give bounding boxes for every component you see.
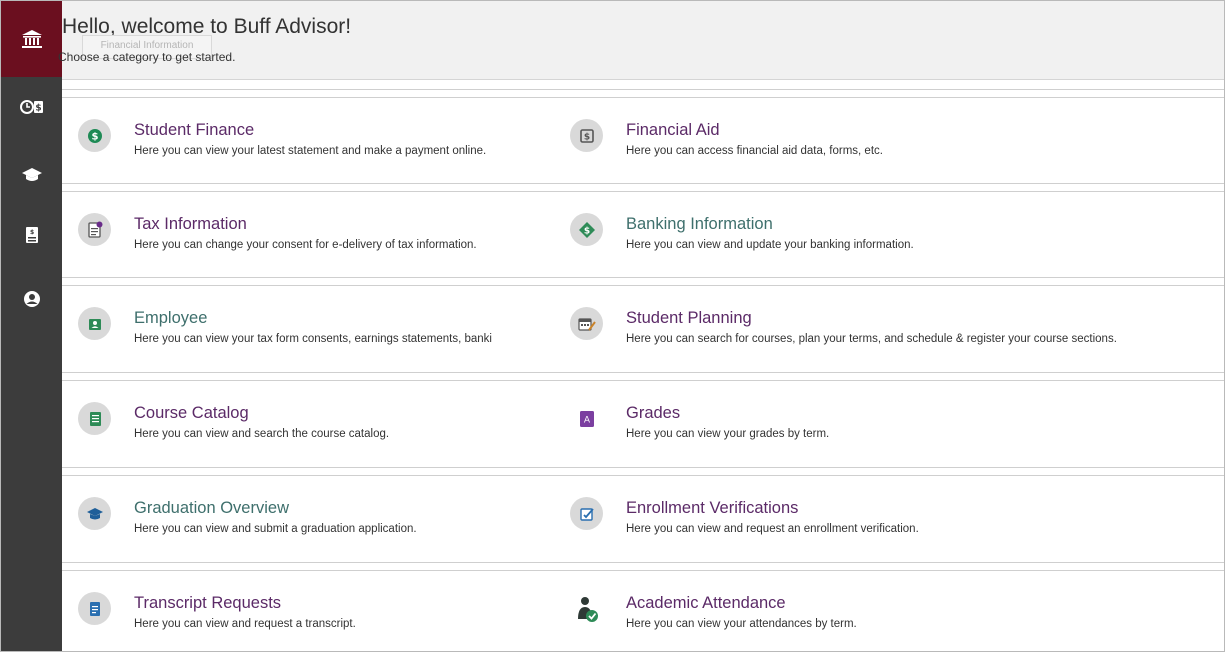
verification-icon bbox=[570, 497, 603, 530]
nav-time-money[interactable]: $ bbox=[1, 79, 62, 135]
tile-title: Financial Aid bbox=[626, 121, 720, 139]
page-header: Hello, welcome to Buff Advisor! Financia… bbox=[58, 1, 1224, 80]
bank-icon bbox=[21, 28, 43, 50]
category-grid: $ Student Finance Here you can view your… bbox=[62, 80, 1224, 651]
svg-text:$: $ bbox=[35, 104, 41, 114]
employee-badge-icon bbox=[78, 307, 111, 340]
tile-description: Here you can view your attendances by te… bbox=[626, 618, 857, 630]
tile-title: Employee bbox=[134, 309, 208, 327]
tile-description: Here you can view your tax form consents… bbox=[134, 333, 492, 345]
svg-text:$: $ bbox=[583, 226, 589, 236]
transcript-icon bbox=[78, 592, 111, 625]
tile-title: Enrollment Verifications bbox=[626, 499, 799, 517]
grades-icon: A bbox=[570, 402, 603, 435]
tile-title: Student Finance bbox=[134, 121, 255, 139]
graduation-icon bbox=[78, 497, 111, 530]
catalog-book-icon bbox=[78, 402, 111, 435]
nav-academics[interactable] bbox=[1, 147, 62, 203]
tile-title: Course Catalog bbox=[134, 404, 249, 422]
tile-description: Here you can view and request an enrollm… bbox=[626, 523, 919, 535]
tile-title: Graduation Overview bbox=[134, 499, 289, 517]
tile-description: Here you can view and update your bankin… bbox=[626, 239, 914, 251]
svg-text:A: A bbox=[583, 415, 590, 425]
tile-grades[interactable]: A Grades Here you can view your grades b… bbox=[554, 380, 1224, 464]
tile-banking-information[interactable]: $ Banking Information Here you can view … bbox=[554, 191, 1224, 275]
tile-tax-information[interactable]: Tax Information Here you can change your… bbox=[62, 191, 554, 275]
tile-description: Here you can change your consent for e-d… bbox=[134, 239, 477, 251]
money-icon: $ bbox=[78, 119, 111, 152]
tile-description: Here you can view and search the course … bbox=[134, 428, 390, 440]
graduation-cap-icon bbox=[21, 166, 43, 184]
tile-title: Academic Attendance bbox=[626, 594, 786, 612]
document-money-icon: $ bbox=[25, 226, 39, 244]
svg-text:$: $ bbox=[91, 131, 98, 142]
tile-description: Here you can view and request a transcri… bbox=[134, 618, 356, 630]
nav-documents[interactable]: $ bbox=[1, 207, 62, 263]
tile-graduation-overview[interactable]: Graduation Overview Here you can view an… bbox=[62, 475, 554, 559]
user-circle-icon bbox=[23, 290, 41, 308]
tile-employee[interactable]: Employee Here you can view your tax form… bbox=[62, 285, 554, 369]
tile-title: Banking Information bbox=[626, 215, 773, 233]
tile-student-finance[interactable]: $ Student Finance Here you can view your… bbox=[62, 97, 554, 181]
time-money-icon: $ bbox=[19, 98, 44, 116]
tile-course-catalog[interactable]: Course Catalog Here you can view and sea… bbox=[62, 380, 554, 464]
app-frame: $ $ Hello, welcome to Buff Advisor! Fina… bbox=[0, 0, 1225, 652]
svg-text:$: $ bbox=[583, 132, 589, 142]
tile-transcript-requests[interactable]: Transcript Requests Here you can view an… bbox=[62, 570, 554, 651]
attendance-icon bbox=[570, 592, 603, 625]
nav-financial-information[interactable] bbox=[1, 1, 62, 77]
tile-description: Here you can access financial aid data, … bbox=[626, 145, 883, 157]
tile-description: Here you can search for courses, plan yo… bbox=[626, 333, 1117, 345]
tax-form-icon bbox=[78, 213, 111, 246]
page-subtitle: Choose a category to get started. bbox=[58, 50, 236, 64]
tile-academic-attendance[interactable]: Academic Attendance Here you can view yo… bbox=[554, 570, 1224, 651]
tile-student-planning[interactable]: Student Planning Here you can search for… bbox=[554, 285, 1224, 369]
tile-title: Student Planning bbox=[626, 309, 752, 327]
tile-title: Tax Information bbox=[134, 215, 247, 233]
planning-calendar-icon bbox=[570, 307, 603, 340]
tile-description: Here you can view your latest statement … bbox=[134, 145, 487, 157]
aid-icon: $ bbox=[570, 119, 603, 152]
tile-financial-aid[interactable]: $ Financial Aid Here you can access fina… bbox=[554, 97, 1224, 181]
tile-description: Here you can view and submit a graduatio… bbox=[134, 523, 417, 535]
tile-enrollment-verifications[interactable]: Enrollment Verifications Here you can vi… bbox=[554, 475, 1224, 559]
nav-profile[interactable] bbox=[1, 271, 62, 327]
tile-description: Here you can view your grades by term. bbox=[626, 428, 830, 440]
svg-text:$: $ bbox=[30, 229, 34, 236]
banking-icon: $ bbox=[570, 213, 603, 246]
sidebar: $ $ bbox=[1, 1, 62, 651]
tile-title: Grades bbox=[626, 404, 681, 422]
tile-title: Transcript Requests bbox=[134, 594, 282, 612]
